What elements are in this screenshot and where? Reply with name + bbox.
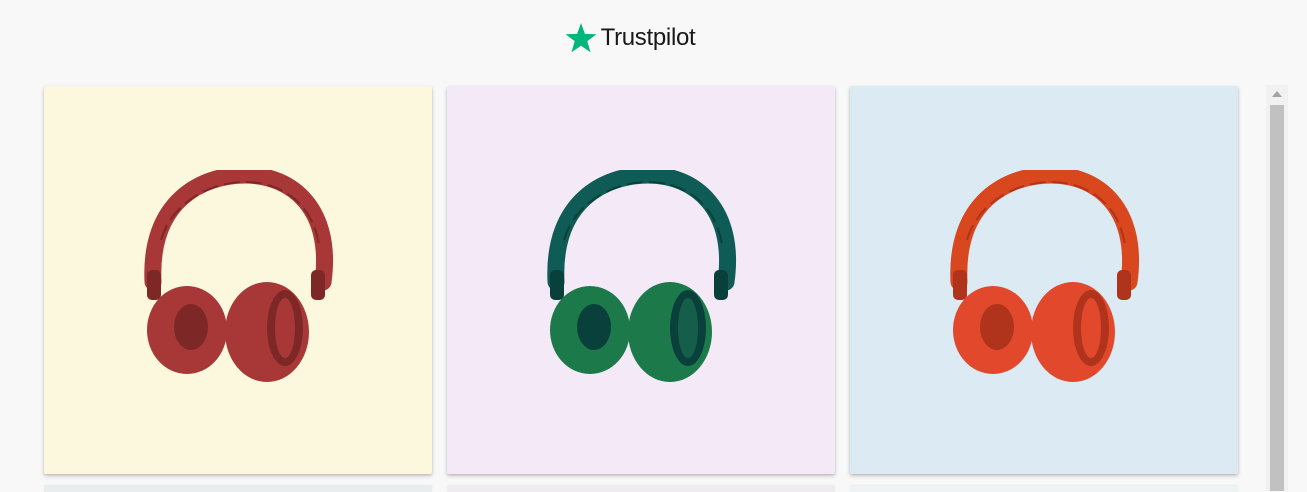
scroll-thumb[interactable]: [1270, 105, 1284, 491]
scroll-up-arrow-icon[interactable]: [1266, 85, 1288, 103]
product-card[interactable]: [850, 86, 1238, 474]
trustpilot-logo[interactable]: Trustpilot: [565, 22, 696, 54]
product-card[interactable]: [447, 86, 835, 474]
product-card[interactable]: [44, 86, 432, 474]
header: Trustpilot: [0, 0, 1260, 80]
headphones-icon: [950, 170, 1139, 382]
brand-name: Trustpilot: [600, 24, 696, 51]
product-card-partial[interactable]: [850, 486, 1238, 492]
headphones-icon: [547, 170, 736, 382]
headphones-icon: [144, 170, 333, 382]
product-card-partial[interactable]: [44, 486, 432, 492]
scrollbar[interactable]: [1266, 85, 1288, 491]
product-card-partial[interactable]: [447, 486, 835, 492]
star-icon: [565, 23, 596, 53]
